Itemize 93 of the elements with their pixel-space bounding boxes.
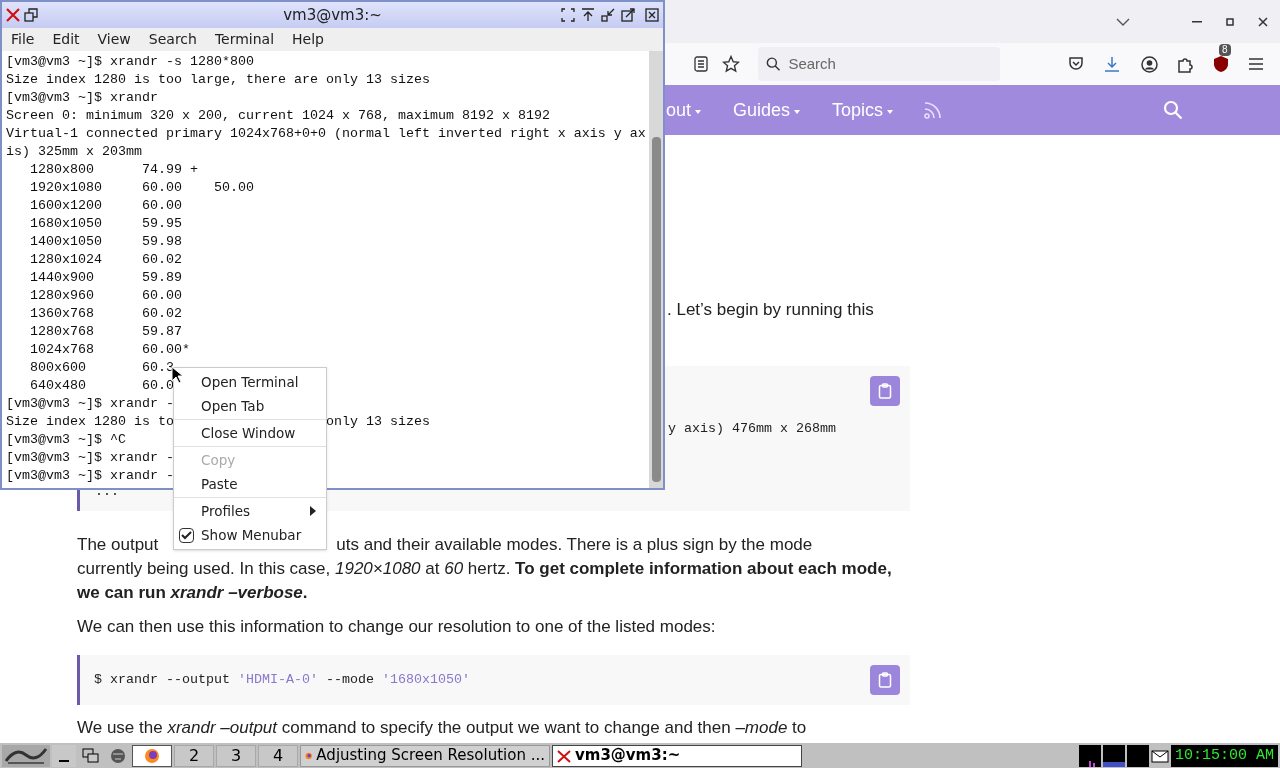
- minimize-icon[interactable]: [601, 8, 615, 22]
- terminal-line: Virtual-1 connected primary 1024x768+0+0 (normal left inverted right x axis y ax: [6, 126, 646, 141]
- menu-item[interactable]: Paste: [174, 472, 326, 496]
- paragraph-text: . Let’s begin by running this: [667, 299, 875, 321]
- terminal-line: 1280x960 60.00: [29, 288, 182, 303]
- terminal-line: 640x480 60.0: [29, 378, 174, 393]
- terminal-line: 1440x900 59.89: [29, 270, 182, 285]
- paragraph-text: The output: [77, 534, 159, 556]
- taskbar-task[interactable]: Adjusting Screen Resolution ...: [300, 744, 550, 767]
- paragraph-text: currently being used. In this case, 1920×1080 at 60 hertz. To get complete information about each mode, we can run xrandr –verbose.: [77, 558, 893, 604]
- shield-icon[interactable]: [1213, 55, 1229, 73]
- code-text: $ xrandr --output 'HDMI-A-0' --mode '1680x1050': [94, 671, 470, 689]
- terminal-line: only 13 sizes: [326, 413, 430, 431]
- menu-item[interactable]: Edit: [52, 29, 80, 50]
- fullscreen-icon[interactable]: [561, 8, 575, 22]
- account-icon[interactable]: [1141, 55, 1158, 73]
- minimize-icon[interactable]: [52, 744, 76, 767]
- star-icon[interactable]: [722, 55, 740, 73]
- menu-item[interactable]: Search: [148, 29, 197, 50]
- submenu-arrow-icon: [310, 506, 316, 516]
- terminal-line: [vm3@vm3 ~]$ xrandr -: [6, 450, 174, 465]
- paragraph-text: We can then use this information to change our resolution to one of the listed modes:: [77, 616, 717, 638]
- cpu-graph-icon: [1078, 744, 1101, 767]
- network-graph-icon: [1102, 744, 1125, 767]
- pocket-icon[interactable]: [1068, 56, 1084, 72]
- terminal-line: 1280x768 59.87: [29, 324, 182, 339]
- caret-icon: [794, 110, 801, 114]
- browser-icon: [144, 747, 160, 764]
- maximize-icon[interactable]: [621, 8, 635, 22]
- menu-item[interactable]: View: [97, 29, 131, 50]
- workspace-button[interactable]: 4: [258, 744, 298, 767]
- clipboard-icon: [878, 672, 892, 688]
- terminal-line: 1600x1200 60.00: [29, 198, 182, 213]
- scrollbar[interactable]: [649, 51, 663, 488]
- chevron-down-icon[interactable]: [1116, 17, 1130, 26]
- menu-item[interactable]: Show Menubar: [174, 523, 326, 547]
- memory-graph-icon: [1126, 744, 1149, 767]
- workspace-button[interactable]: [132, 744, 172, 767]
- download-icon[interactable]: [1104, 55, 1120, 73]
- window-title: vm3@vm3:~: [283, 4, 382, 26]
- terminal-line: [vm3@vm3 ~]$ xrandr -: [6, 396, 174, 411]
- terminal-line: 1680x1050 59.95: [29, 216, 182, 231]
- caret-icon: [887, 110, 894, 114]
- terminal-line: [vm3@vm3 ~]$ xrandr -: [6, 468, 174, 483]
- workspace-button[interactable]: 2: [174, 744, 214, 767]
- checkbox[interactable]: [179, 527, 194, 543]
- terminal-line: [vm3@vm3 ~]$ ^C: [6, 432, 126, 447]
- menu-item[interactable]: Terminal: [214, 29, 275, 50]
- copy-button[interactable]: [870, 665, 900, 695]
- menu-item[interactable]: Help: [292, 29, 324, 50]
- close-icon[interactable]: [1258, 16, 1268, 27]
- puzzle-icon[interactable]: [1177, 55, 1193, 73]
- search-icon: [766, 56, 781, 72]
- search-icon[interactable]: [1163, 100, 1184, 120]
- menu-item[interactable]: Close Window: [174, 421, 326, 445]
- terminal-line: Size index 1280 is too large, there are only 13 sizes: [6, 72, 430, 87]
- minimize-icon[interactable]: [1192, 20, 1202, 23]
- terminal-line: 1024x768 60.00*: [29, 342, 190, 357]
- code-text: y axis) 476mm x 268mm: [668, 420, 836, 438]
- notification-badge: 8: [1219, 44, 1231, 56]
- start-menu-icon[interactable]: [2, 744, 50, 767]
- terminal-line: [vm3@vm3 ~]$ xrandr: [6, 90, 158, 105]
- terminal-line: 800x600 60.3: [29, 360, 174, 375]
- restore-icon[interactable]: [24, 8, 38, 22]
- taskbar-task[interactable]: vm3@vm3:~: [552, 744, 802, 767]
- arrow-up-icon[interactable]: [581, 8, 595, 22]
- workspace-button[interactable]: 3: [216, 744, 256, 767]
- search-input[interactable]: Search: [788, 52, 992, 76]
- copy-button[interactable]: [870, 376, 900, 406]
- terminal-line: Size index 1280 is to: [6, 414, 174, 429]
- clipboard-icon: [878, 383, 892, 399]
- menu-item[interactable]: Profiles: [174, 499, 326, 523]
- paragraph-text: uts and their available modes. There is a plus sign by the mode: [336, 534, 813, 556]
- terminal-line: is) 325mm x 203mm: [6, 144, 142, 159]
- terminal-line: 1280x800 74.99 +: [29, 162, 198, 177]
- terminal-line: 1400x1050 59.98: [29, 234, 182, 249]
- terminal-line: 1360x768 60.02: [29, 306, 182, 321]
- menu-item[interactable]: Open Tab: [174, 394, 326, 418]
- caret-icon: [695, 110, 702, 114]
- menu-item[interactable]: File: [11, 29, 35, 50]
- paragraph-text: We use the xrandr –output command to specify the output we want to change and then –mode to: [77, 717, 808, 739]
- x-icon: [557, 748, 571, 763]
- maximize-icon[interactable]: [1226, 17, 1234, 26]
- code-text: ...: [95, 485, 119, 499]
- clock: 10:15:00 AM: [1170, 744, 1278, 767]
- reader-view-icon[interactable]: [694, 56, 708, 72]
- terminal-line: 1280x1024 60.02: [29, 252, 182, 267]
- terminal-line: Screen 0: minimum 320 x 200, current 1024 x 768, maximum 8192 x 8192: [6, 108, 550, 123]
- terminal-line: [vm3@vm3 ~]$ xrandr -s 1280*800: [6, 54, 254, 69]
- menu-icon[interactable]: [1249, 58, 1263, 70]
- search-field[interactable]: Search: [758, 47, 1000, 81]
- close-icon[interactable]: [645, 8, 659, 22]
- terminal-line: 1920x1080 60.00 50.00: [29, 180, 254, 195]
